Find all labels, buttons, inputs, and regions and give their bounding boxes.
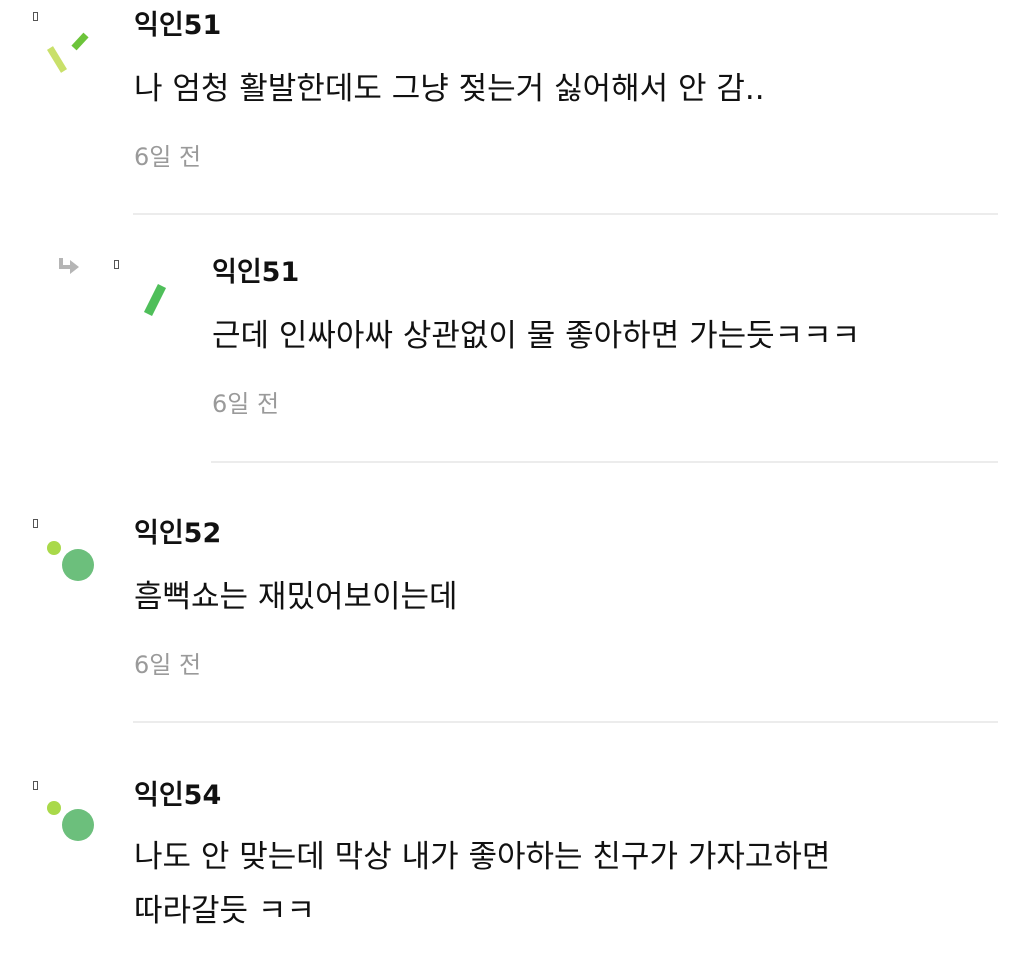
divider	[211, 461, 998, 463]
avatar	[47, 801, 94, 841]
comment-text: 흠뻑쇼는 재밌어보이는데	[134, 579, 458, 615]
divider	[133, 721, 998, 723]
comment-author[interactable]: 익인51	[212, 257, 860, 289]
avatar	[47, 32, 89, 73]
comment-text-line: 따라갈듯 ㅋㅋ	[134, 893, 315, 929]
comment-marker-icon	[33, 519, 38, 528]
comment-author[interactable]: 익인51	[134, 10, 765, 42]
avatar	[143, 283, 167, 317]
comment-marker-icon	[114, 260, 119, 269]
avatar	[47, 541, 94, 581]
comment-text: 나 엄청 활발한데도 그냥 젖는거 싫어해서 안 감..	[134, 71, 765, 107]
comment-time: 6일 전	[134, 651, 202, 679]
comment-marker-icon	[33, 781, 38, 790]
reply-arrow-icon	[59, 258, 79, 274]
comment-time: 6일 전	[134, 143, 202, 171]
comment-author[interactable]: 익인52	[134, 518, 458, 550]
comment-time: 6일 전	[212, 390, 280, 418]
comment-marker-icon	[33, 12, 38, 21]
comment-author[interactable]: 익인54	[134, 780, 830, 812]
comment-text: 근데 인싸아싸 상관없이 물 좋아하면 가는듯ㅋㅋㅋ	[212, 318, 861, 354]
comment-text-line: 나도 안 맞는데 막상 내가 좋아하는 친구가 가자고하면	[134, 839, 831, 875]
divider	[133, 213, 998, 215]
comment-text: 나도 안 맞는데 막상 내가 좋아하는 친구가 가자고하면 따라갈듯 ㅋㅋ	[134, 830, 830, 938]
